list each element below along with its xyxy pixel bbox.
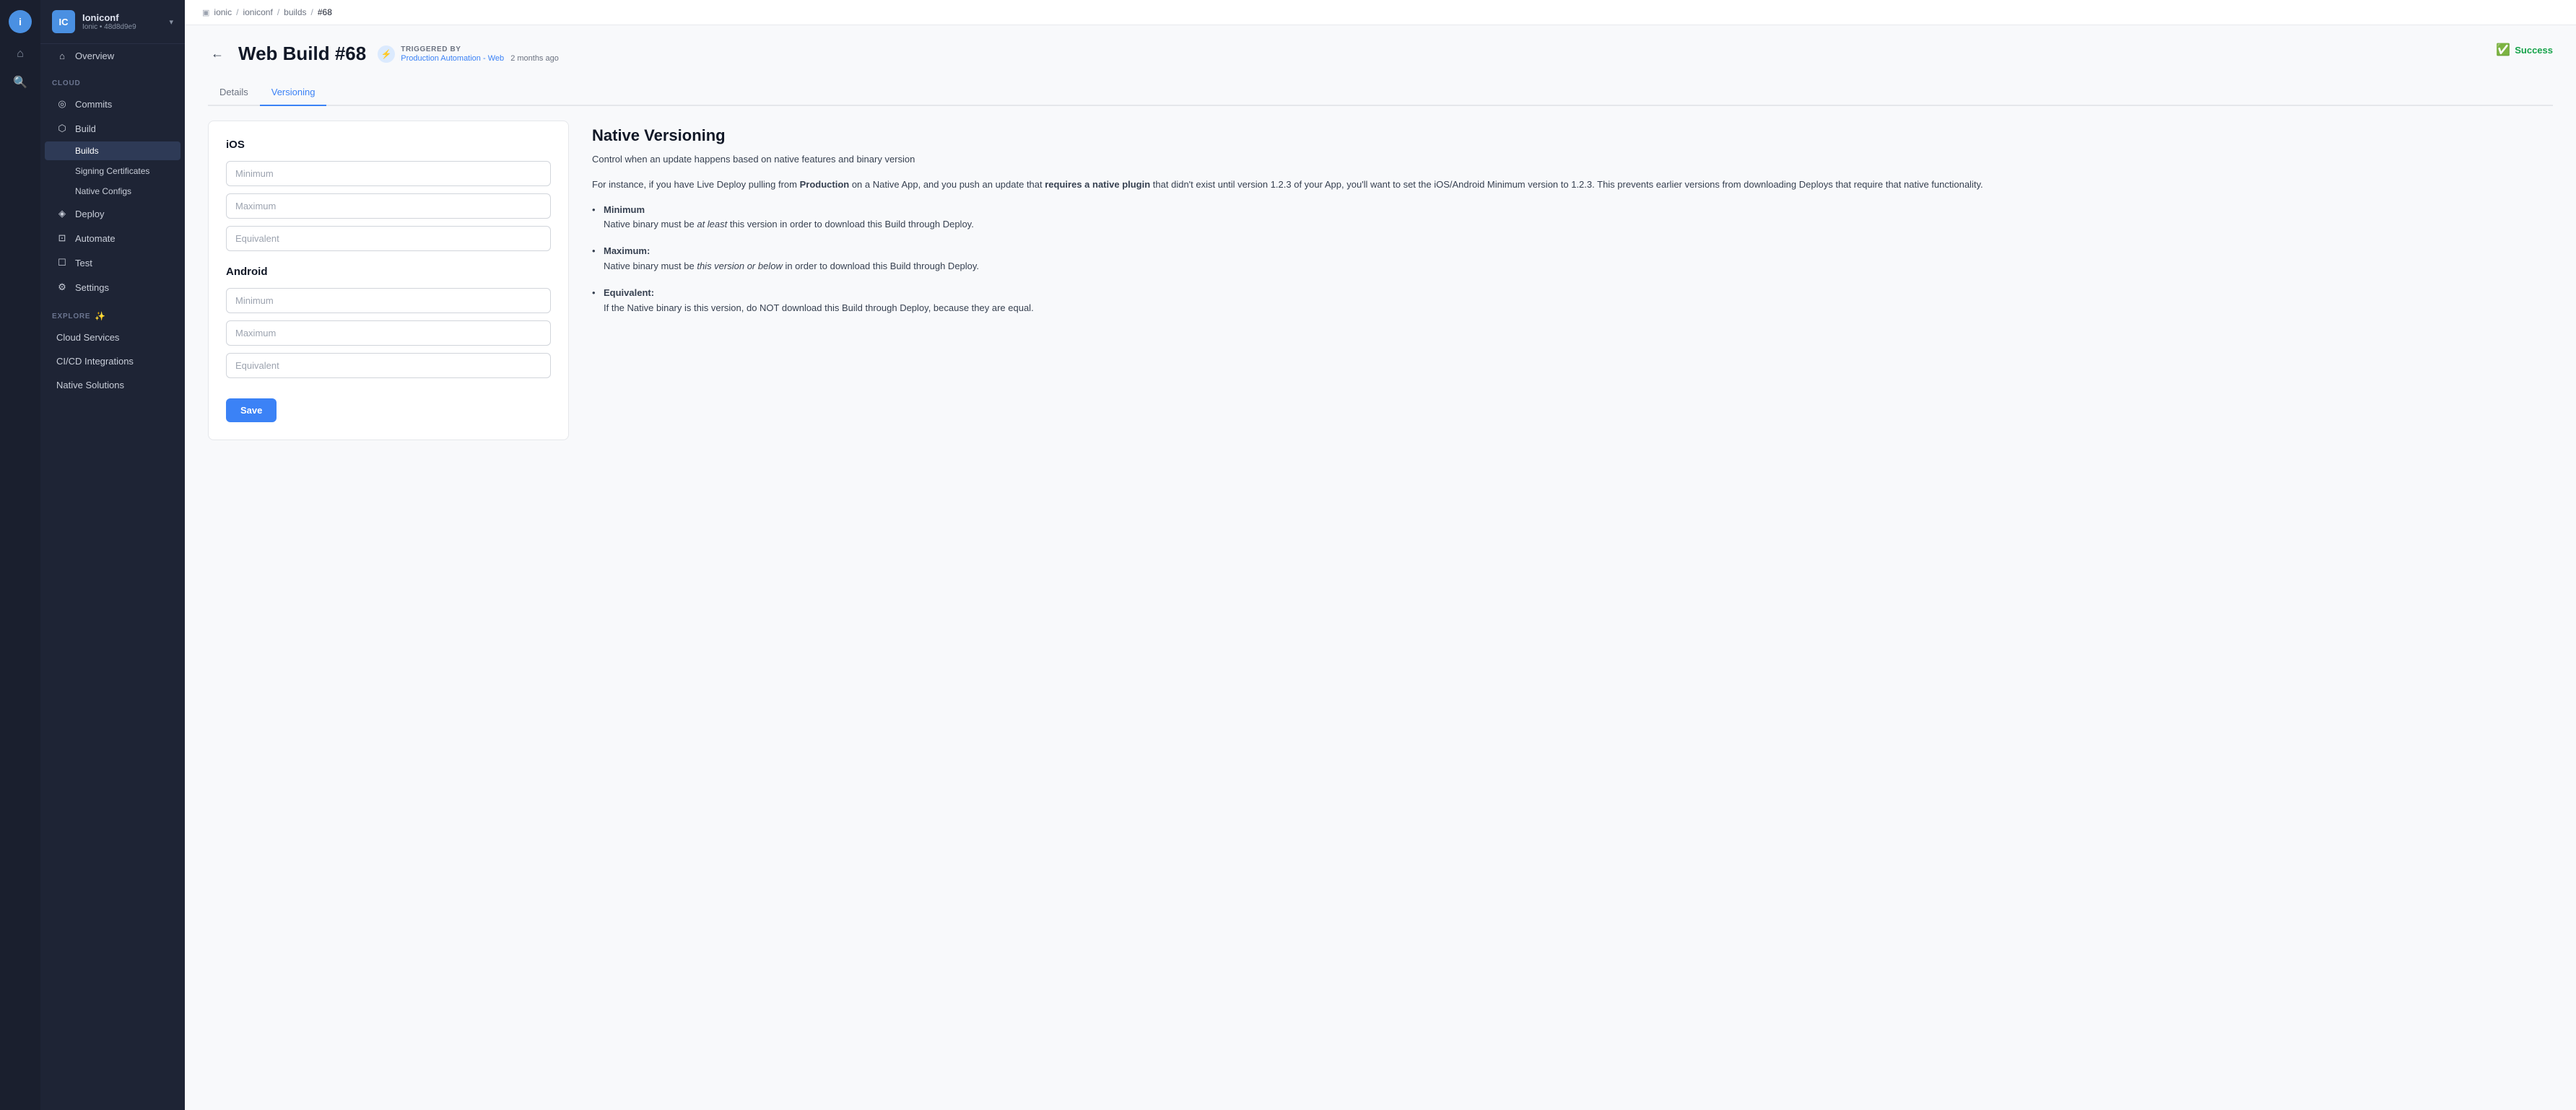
app-name: Ioniconf	[82, 12, 162, 23]
ios-equivalent-group	[226, 226, 551, 251]
sidebar: IC Ioniconf Ionic • 48d8d9e9 ▾ ⌂ Overvie…	[40, 0, 185, 1110]
page-header: ← Web Build #68 ⚡ TRIGGERED BY Productio…	[208, 43, 2553, 65]
sidebar-section-explore: EXPLORE ✨	[40, 300, 185, 325]
check-circle-icon: ✅	[2496, 43, 2510, 57]
sidebar-item-label: Build	[75, 123, 96, 134]
tab-versioning[interactable]: Versioning	[260, 79, 327, 106]
app-icon: IC	[52, 10, 75, 33]
sidebar-item-cicd-integrations[interactable]: CI/CD Integrations	[45, 350, 180, 372]
trigger-link[interactable]: Production Automation - Web	[401, 54, 504, 63]
sidebar-item-label: Cloud Services	[56, 332, 119, 343]
sidebar-item-native-solutions[interactable]: Native Solutions	[45, 374, 180, 396]
sidebar-item-deploy[interactable]: ◈ Deploy	[45, 202, 180, 225]
android-minimum-group	[226, 288, 551, 313]
sidebar-item-label: Builds	[75, 146, 99, 156]
android-maximum-input[interactable]	[226, 320, 551, 346]
trigger-time: 2 months ago	[510, 54, 559, 63]
sidebar-item-label: Automate	[75, 233, 116, 244]
settings-icon: ⚙	[56, 281, 68, 293]
sidebar-header[interactable]: IC Ioniconf Ionic • 48d8d9e9 ▾	[40, 0, 185, 44]
sidebar-item-label: Overview	[75, 51, 114, 61]
sidebar-item-label: Commits	[75, 99, 112, 110]
sidebar-item-overview[interactable]: ⌂ Overview	[45, 45, 180, 67]
app-id: Ionic • 48d8d9e9	[82, 23, 162, 31]
bullet-maximum: Maximum: Native binary must be this vers…	[592, 244, 2553, 274]
home-rail-icon[interactable]: ⌂	[17, 48, 24, 61]
sidebar-item-settings[interactable]: ⚙ Settings	[45, 276, 180, 299]
ios-maximum-input[interactable]	[226, 193, 551, 219]
status-label: Success	[2515, 45, 2553, 56]
breadcrumb: ▣ ionic / ioniconf / builds / #68	[185, 0, 2576, 25]
main-content: ▣ ionic / ioniconf / builds / #68 ← Web …	[185, 0, 2576, 1110]
versioning-form-card: iOS Android	[208, 121, 569, 440]
search-rail-icon[interactable]: 🔍	[13, 75, 27, 89]
sidebar-item-label: Settings	[75, 282, 109, 293]
overview-icon: ⌂	[56, 51, 68, 61]
sidebar-section-cloud: CLOUD	[40, 68, 185, 92]
test-icon: ☐	[56, 257, 68, 268]
commits-icon: ◎	[56, 98, 68, 110]
android-equivalent-input[interactable]	[226, 353, 551, 378]
sidebar-item-signing-certificates[interactable]: Signing Certificates	[45, 162, 180, 180]
info-panel-desc1: Control when an update happens based on …	[592, 152, 2553, 167]
tab-details[interactable]: Details	[208, 79, 260, 106]
sidebar-item-test[interactable]: ☐ Test	[45, 251, 180, 274]
sidebar-item-label: CI/CD Integrations	[56, 356, 134, 367]
info-panel: Native Versioning Control when an update…	[592, 121, 2553, 440]
breadcrumb-ioniconf[interactable]: ioniconf	[243, 7, 272, 17]
sidebar-item-commits[interactable]: ◎ Commits	[45, 92, 180, 115]
info-panel-bullets: Minimum Native binary must be at least t…	[592, 203, 2553, 316]
ios-section-title: iOS	[226, 139, 551, 151]
page-header-left: ← Web Build #68 ⚡ TRIGGERED BY Productio…	[208, 43, 559, 65]
ios-minimum-input[interactable]	[226, 161, 551, 186]
info-panel-desc2: For instance, if you have Live Deploy pu…	[592, 178, 2553, 193]
android-equivalent-group	[226, 353, 551, 378]
breadcrumb-builds[interactable]: builds	[284, 7, 306, 17]
tabs: Details Versioning	[208, 79, 2553, 106]
ios-minimum-group	[226, 161, 551, 186]
build-icon: ⬡	[56, 123, 68, 134]
sidebar-item-label: Deploy	[75, 209, 104, 219]
sidebar-item-build[interactable]: ⬡ Build	[45, 117, 180, 140]
breadcrumb-ionic[interactable]: ionic	[214, 7, 232, 17]
bullet-equivalent: Equivalent: If the Native binary is this…	[592, 286, 2553, 316]
app-info: Ioniconf Ionic • 48d8d9e9	[82, 12, 162, 31]
back-button[interactable]: ←	[208, 43, 227, 64]
sidebar-chevron-icon: ▾	[169, 17, 173, 27]
page-body: ← Web Build #68 ⚡ TRIGGERED BY Productio…	[185, 25, 2576, 1110]
sidebar-item-label: Native Solutions	[56, 380, 124, 390]
breadcrumb-current: #68	[318, 7, 332, 17]
triggered-by-info: ⚡ TRIGGERED BY Production Automation - W…	[378, 45, 559, 63]
bullet-minimum: Minimum Native binary must be at least t…	[592, 203, 2553, 233]
lightning-icon: ⚡	[378, 45, 395, 63]
save-button[interactable]: Save	[226, 398, 277, 422]
app-logo[interactable]: i	[9, 10, 32, 33]
sparkle-icon: ✨	[95, 311, 106, 321]
content-columns: iOS Android	[208, 121, 2553, 440]
android-section-title: Android	[226, 266, 551, 278]
breadcrumb-home-icon: ▣	[202, 8, 209, 17]
success-status: ✅ Success	[2496, 43, 2553, 57]
ios-maximum-group	[226, 193, 551, 219]
android-minimum-input[interactable]	[226, 288, 551, 313]
sidebar-item-label: Signing Certificates	[75, 166, 149, 176]
sidebar-item-label: Test	[75, 258, 92, 268]
triggered-by-label: TRIGGERED BY	[401, 45, 559, 53]
ios-equivalent-input[interactable]	[226, 226, 551, 251]
android-section: Android	[226, 266, 551, 378]
page-title: Web Build #68	[238, 43, 366, 65]
sidebar-item-builds[interactable]: Builds	[45, 141, 180, 160]
icon-rail: i ⌂ 🔍	[0, 0, 40, 1110]
android-maximum-group	[226, 320, 551, 346]
sidebar-item-native-configs[interactable]: Native Configs	[45, 182, 180, 201]
info-panel-title: Native Versioning	[592, 126, 2553, 145]
automate-icon: ⊡	[56, 232, 68, 244]
sidebar-item-label: Native Configs	[75, 186, 131, 196]
sidebar-item-automate[interactable]: ⊡ Automate	[45, 227, 180, 250]
deploy-icon: ◈	[56, 208, 68, 219]
sidebar-item-cloud-services[interactable]: Cloud Services	[45, 326, 180, 349]
